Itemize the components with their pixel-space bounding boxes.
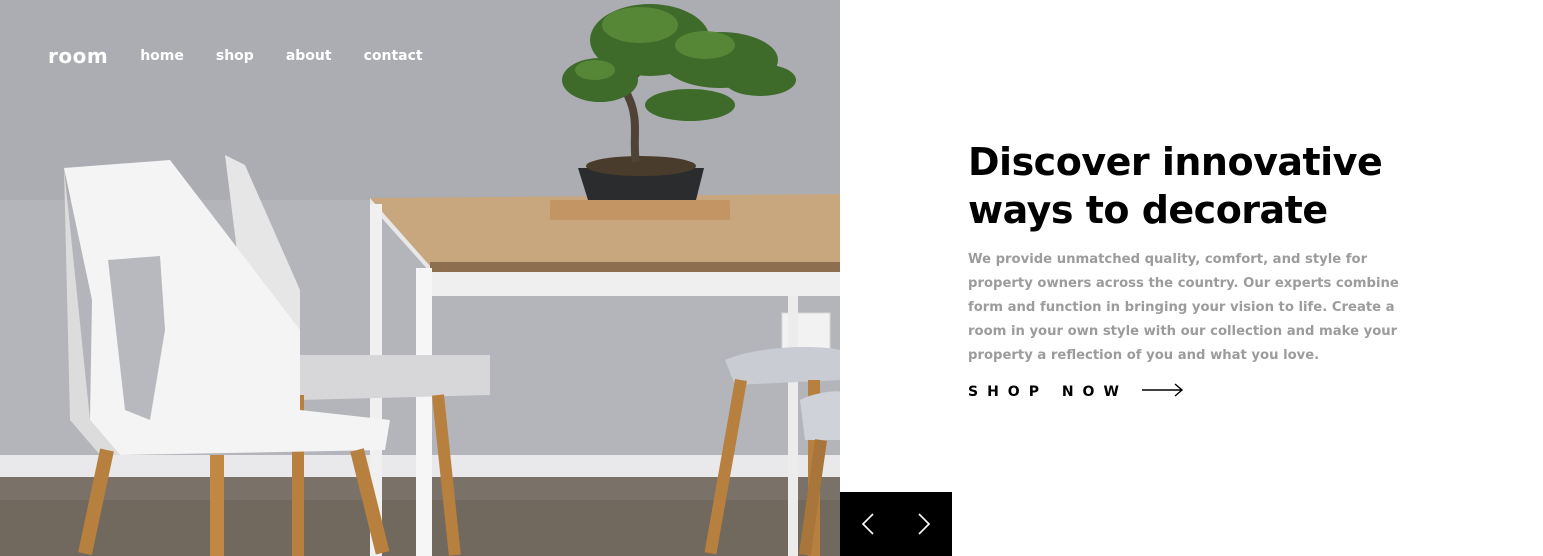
furniture-photo bbox=[0, 0, 840, 556]
nav-link-shop[interactable]: shop bbox=[216, 48, 254, 64]
slider-next-button[interactable] bbox=[896, 492, 952, 556]
hero-description: We provide unmatched quality, comfort, a… bbox=[968, 252, 1399, 363]
angle-left-icon bbox=[861, 513, 874, 535]
arrow-right-icon bbox=[1141, 382, 1184, 401]
slider-prev-button[interactable] bbox=[840, 492, 896, 556]
nav-link-home[interactable]: home bbox=[140, 48, 184, 64]
nav-link-contact[interactable]: contact bbox=[364, 48, 423, 64]
slider-controls bbox=[840, 492, 952, 556]
nav-link-about[interactable]: about bbox=[286, 48, 332, 64]
logo[interactable]: room bbox=[48, 44, 108, 68]
hero-image: room home shop about contact bbox=[0, 0, 840, 556]
shop-now-label: SHOP NOW bbox=[968, 383, 1128, 400]
hero-content: Discover innovative ways to decorate We … bbox=[968, 138, 1418, 401]
main-nav: room home shop about contact bbox=[48, 42, 455, 70]
shop-now-button[interactable]: SHOP NOW bbox=[968, 382, 1184, 401]
hero-headline: Discover innovative ways to decorate bbox=[968, 140, 1383, 232]
angle-right-icon bbox=[918, 513, 931, 535]
